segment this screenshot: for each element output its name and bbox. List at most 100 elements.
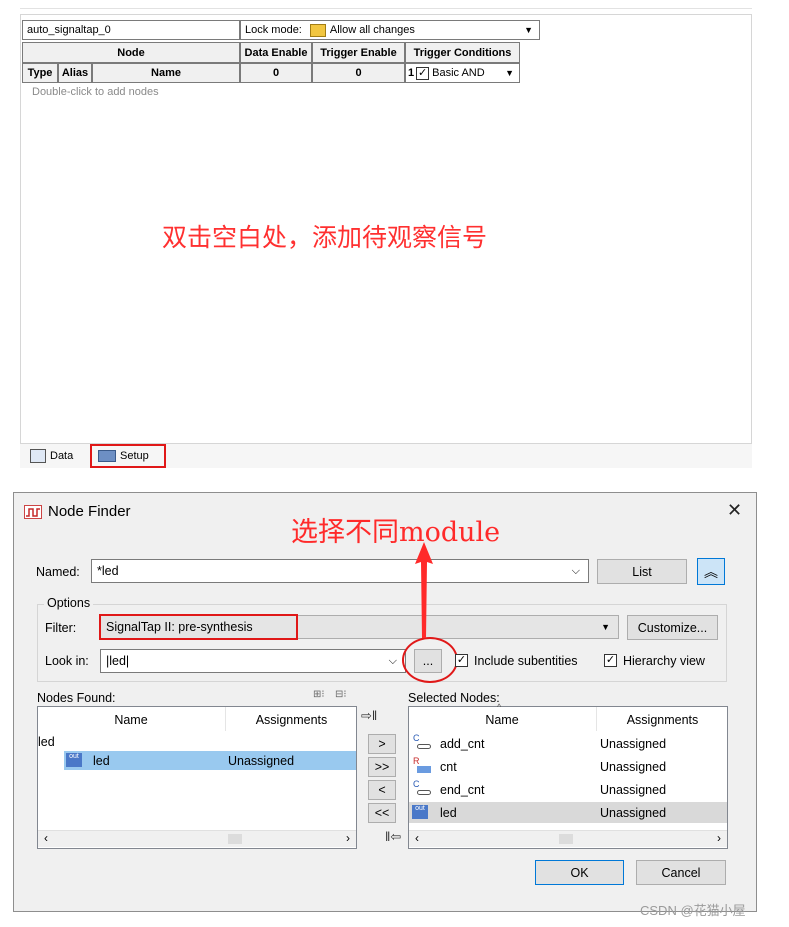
- selected-nodes-label: Selected Nodes:: [408, 691, 500, 705]
- annotation-arrow: [415, 542, 433, 638]
- combinational-node-icon-body: [417, 790, 431, 795]
- trigger-condition-index: 1: [408, 67, 415, 79]
- combinational-node-icon: C: [413, 733, 420, 743]
- selected-row-highlighted[interactable]: out led Unassigned: [409, 802, 727, 823]
- lock-mode-cell[interactable]: Lock mode: Allow all changes ▼: [240, 20, 540, 40]
- named-value: *led: [97, 564, 119, 578]
- combinational-node-icon: C: [413, 779, 420, 789]
- collapse-options-button[interactable]: ︽: [697, 558, 725, 585]
- filter-highlight-box: [99, 614, 298, 640]
- output-pin-icon: out: [412, 805, 428, 819]
- nodes-found-col-name[interactable]: Name: [37, 713, 225, 727]
- chevron-down-icon[interactable]: ⌵: [389, 655, 397, 668]
- combinational-node-icon-body: [417, 744, 431, 749]
- browse-highlight-circle: [402, 637, 458, 683]
- add-selected-button[interactable]: >: [368, 734, 396, 754]
- hierarchy-view-checkbox[interactable]: ✓: [604, 654, 617, 667]
- selected-nodes-scrollbar[interactable]: ‹ ›: [409, 830, 727, 847]
- node-finder-icon: [24, 505, 42, 519]
- selected-col-assignments[interactable]: Assignments: [597, 713, 728, 727]
- include-subentities-checkbox[interactable]: ✓: [455, 654, 468, 667]
- name-header: Name: [92, 63, 240, 83]
- add-all-button[interactable]: >>: [368, 757, 396, 777]
- trigger-enable-header: Trigger Enable: [312, 42, 405, 63]
- trigger-condition-select[interactable]: 1 ✓ Basic AND ▼: [405, 63, 520, 83]
- hierarchy-view-label: Hierarchy view: [623, 654, 705, 668]
- lock-mode-label: Lock mode:: [245, 24, 302, 36]
- panel-top-divider: [20, 8, 752, 9]
- trigger-conditions-header: Trigger Conditions: [405, 42, 520, 63]
- scroll-left-icon[interactable]: ‹: [44, 831, 48, 845]
- chevron-down-icon[interactable]: ▼: [601, 622, 610, 632]
- waveform-icon: [30, 449, 46, 463]
- scroll-thumb[interactable]: [228, 834, 242, 844]
- chevron-down-icon[interactable]: ▼: [524, 25, 533, 35]
- remove-all-button[interactable]: <<: [368, 803, 396, 823]
- expand-all-icon[interactable]: ⊞⁝: [313, 689, 325, 700]
- annotation-select-module: 选择不同module: [291, 517, 501, 548]
- selected-nodes-list[interactable]: [408, 706, 728, 849]
- ok-button[interactable]: OK: [535, 860, 624, 885]
- node-finder-dialog: [13, 492, 757, 912]
- options-label: Options: [44, 596, 94, 610]
- trigger-condition-value: Basic AND: [432, 67, 485, 79]
- selected-col-name[interactable]: Name: [408, 713, 596, 727]
- list-button[interactable]: List: [597, 559, 687, 584]
- nodes-found-col-assignments[interactable]: Assignments: [226, 713, 357, 727]
- type-header: Type: [22, 63, 58, 83]
- filter-label: Filter:: [45, 621, 77, 635]
- move-to-first-icon[interactable]: ⇨‖: [361, 708, 377, 724]
- scroll-right-icon[interactable]: ›: [346, 831, 350, 845]
- scroll-thumb[interactable]: [559, 834, 573, 844]
- lookin-input[interactable]: |led| ⌵: [100, 649, 406, 673]
- node-header: Node: [22, 42, 240, 63]
- remove-selected-button[interactable]: <: [368, 780, 396, 800]
- tab-data[interactable]: Data: [26, 445, 77, 467]
- move-to-last-icon[interactable]: ‖⇦: [385, 829, 401, 845]
- chevron-down-icon[interactable]: ▼: [505, 68, 514, 78]
- trigger-condition-checkbox[interactable]: ✓: [416, 66, 430, 80]
- selected-node-assignment: Unassigned: [600, 783, 667, 797]
- scroll-right-icon[interactable]: ›: [717, 831, 721, 845]
- include-subentities-label: Include subentities: [474, 654, 578, 668]
- named-label: Named:: [36, 565, 80, 579]
- selected-node-name: led: [440, 806, 457, 820]
- lock-icon: [309, 23, 326, 37]
- selected-node-assignment: Unassigned: [600, 737, 667, 751]
- chevron-down-icon[interactable]: ⌵: [572, 565, 580, 578]
- nodes-found-list[interactable]: [37, 706, 357, 849]
- instance-name-cell[interactable]: auto_signaltap_0: [22, 20, 240, 40]
- selected-node-name: cnt: [440, 760, 457, 774]
- collapse-all-icon[interactable]: ⊟⁝: [335, 689, 347, 700]
- instance-name: auto_signaltap_0: [27, 24, 111, 36]
- selected-node-name: end_cnt: [440, 783, 485, 797]
- lookin-value: |led|: [106, 654, 130, 668]
- sort-ascending-icon: ^: [497, 702, 502, 712]
- annotation-double-click: 双击空白处，添加待观察信号: [162, 223, 488, 252]
- close-icon[interactable]: ✕: [727, 500, 742, 521]
- scroll-left-icon[interactable]: ‹: [415, 831, 419, 845]
- empty-hint: Double-click to add nodes: [32, 86, 159, 98]
- found-node-name: led: [93, 754, 110, 768]
- selected-row[interactable]: C add_cnt Unassigned: [410, 734, 727, 754]
- lookin-label: Look in:: [45, 654, 89, 668]
- setup-highlight-box: [90, 444, 166, 468]
- register-node-icon-body: [417, 766, 431, 773]
- trigger-enable-count: 0: [312, 63, 405, 83]
- customize-button[interactable]: Customize...: [627, 615, 718, 640]
- tab-data-label: Data: [50, 450, 74, 462]
- cancel-button[interactable]: Cancel: [636, 860, 726, 885]
- nodes-found-scrollbar[interactable]: ‹ ›: [38, 830, 356, 847]
- selected-row[interactable]: C end_cnt Unassigned: [410, 780, 727, 800]
- dialog-title: Node Finder: [48, 503, 131, 520]
- found-group-label[interactable]: led: [38, 735, 55, 749]
- double-chevron-up-icon: ︽: [704, 563, 718, 580]
- selected-row[interactable]: R cnt Unassigned: [410, 757, 727, 777]
- nodes-found-label: Nodes Found:: [37, 691, 116, 705]
- named-input[interactable]: *led ⌵: [91, 559, 589, 583]
- register-node-icon: R: [413, 756, 420, 766]
- selected-node-assignment: Unassigned: [600, 806, 667, 820]
- watermark: CSDN @花猫小屋: [640, 903, 746, 918]
- data-enable-header: Data Enable: [240, 42, 312, 63]
- selected-node-name: add_cnt: [440, 737, 485, 751]
